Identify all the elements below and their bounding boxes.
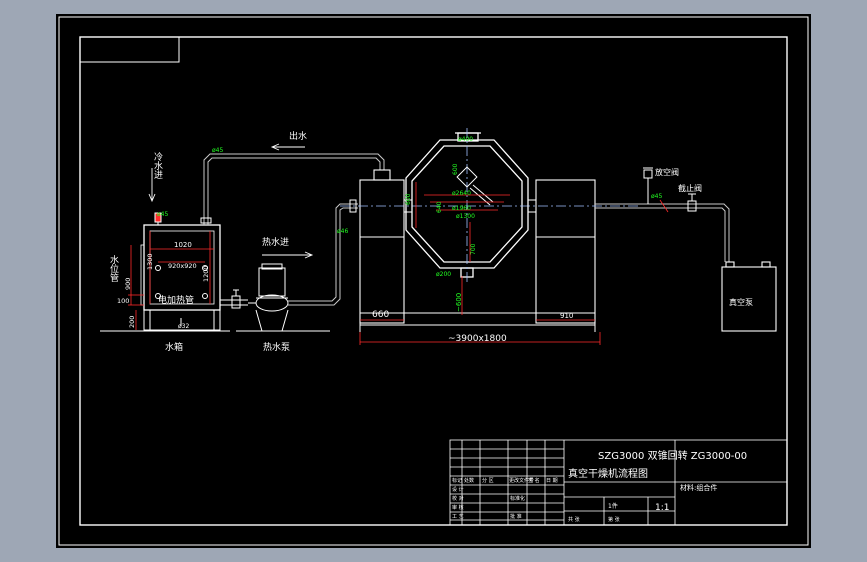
title-count: 1件 xyxy=(608,502,618,510)
label-vacuum-pump: 真空泵 xyxy=(729,297,753,307)
label-vent-valve: 放空阀 xyxy=(655,167,679,177)
drawing-canvas xyxy=(56,14,811,548)
title-col-date: 日 期 xyxy=(546,478,558,484)
title-sheet-total: 共 张 xyxy=(568,516,580,523)
dim-d200: ø200 xyxy=(436,271,451,278)
label-water-tank: 水箱 xyxy=(165,341,183,353)
title-material: 材料:组合件 xyxy=(680,483,717,492)
title-col-count: 处数 xyxy=(464,477,474,484)
label-cold-water-inlet: 冷水进 xyxy=(152,151,163,179)
dim-d1300: ø1300 xyxy=(456,213,475,220)
dim-d600-top: 600 xyxy=(452,163,459,175)
dim-d400: ø400 xyxy=(458,136,473,143)
dim-d640: 640 xyxy=(436,201,443,213)
title-row-review: 审 核 xyxy=(452,504,464,511)
title-row-process: 工 艺 xyxy=(452,514,464,520)
dim-d45-top: ø45 xyxy=(212,147,223,154)
title-model: SZG3000 双锥回转 ZG3000-00 xyxy=(598,449,747,462)
dim-base-200: 200 xyxy=(128,316,136,328)
label-hot-water-pump: 热水泵 xyxy=(263,341,290,353)
dim-drain: ø32 xyxy=(178,323,189,330)
label-outlet-water: 出水 xyxy=(289,130,307,142)
title-col-sign: 签 名 xyxy=(528,477,540,484)
label-hot-water-in: 热水进 xyxy=(262,236,289,248)
dim-right-910: 910 xyxy=(560,312,573,320)
label-electric-heater: 电加热管 xyxy=(158,294,194,306)
title-approve: 批 准 xyxy=(510,513,522,520)
title-row-design: 设 计 xyxy=(452,486,464,493)
title-col-zone: 分 区 xyxy=(482,477,494,484)
title-sheet-no: 第 张 xyxy=(608,516,620,523)
dim-d1960: ø1960 xyxy=(452,205,471,212)
dim-left-shaft: 600 xyxy=(405,193,412,205)
title-scale: 1:1 xyxy=(655,503,669,513)
label-stop-valve: 截止阀 xyxy=(678,183,702,193)
dim-d600: ~600 xyxy=(455,293,463,312)
dim-d700: 700 xyxy=(470,243,477,255)
title-std: 标准化 xyxy=(510,495,525,502)
dim-d45-right: ø45 xyxy=(651,193,662,200)
dim-tank-height-b: 1200 xyxy=(202,265,210,282)
dim-tank-height: 1300 xyxy=(146,253,154,270)
dim-left-660: 660 xyxy=(372,310,389,320)
title-name: 真空干燥机流程图 xyxy=(568,467,648,480)
title-col-mark: 标记 xyxy=(452,477,462,484)
dim-overall: ~3900x1800 xyxy=(448,334,507,344)
dim-d45-tank: ø45 xyxy=(157,211,168,218)
dim-d46-left: ø46 xyxy=(337,228,348,235)
dim-d2640: ø2640 xyxy=(452,190,471,197)
dim-tank-inner: 920x920 xyxy=(168,262,197,270)
title-row-check: 校 对 xyxy=(452,495,464,502)
label-water-level-gauge: 水位管 xyxy=(108,254,119,282)
dim-tank-width: 1020 xyxy=(174,241,192,249)
dim-gauge-900: 900 xyxy=(124,278,132,290)
dim-gauge-100: 100 xyxy=(117,297,129,305)
cad-drawing: 1020 920x920 1300 1200 900 100 200 ø32 电… xyxy=(56,14,811,548)
